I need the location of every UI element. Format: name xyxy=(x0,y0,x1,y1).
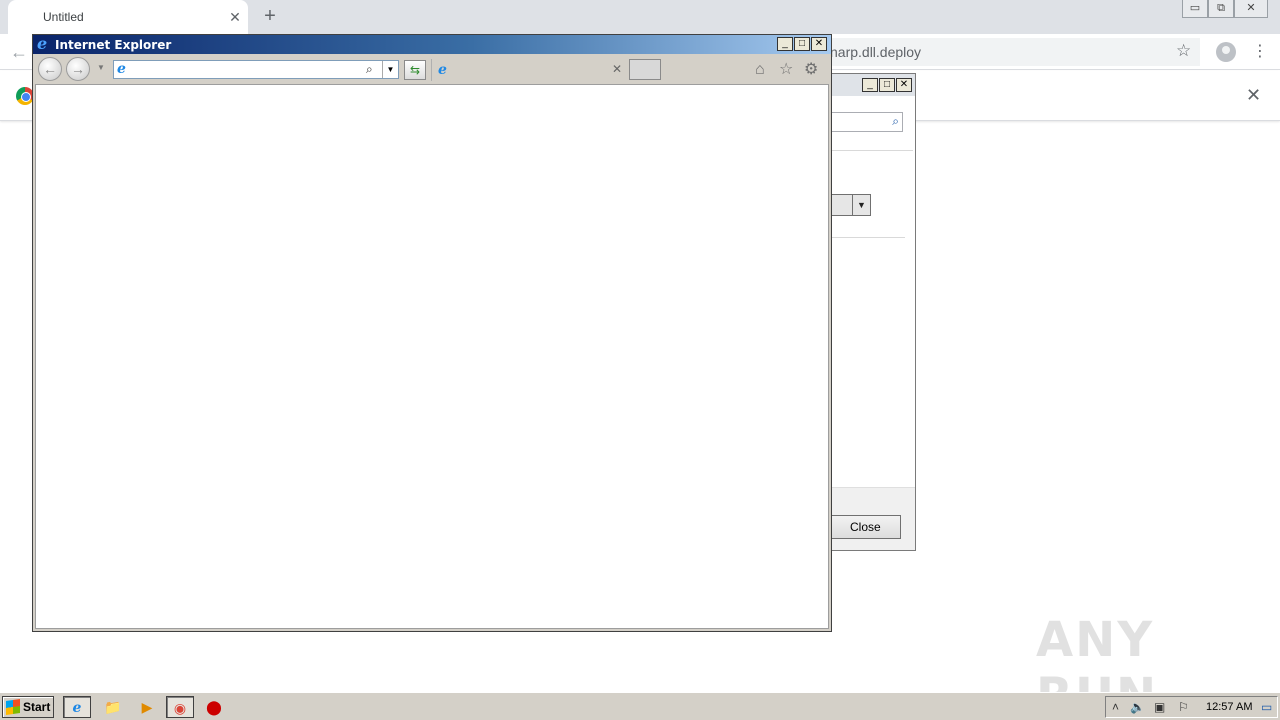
taskbar: Start e 📁 ▶ ◉ ⬤ ˄ 🔈 ▣ ⚐ 12:57 AM ▭ xyxy=(0,692,1280,720)
chevron-down-icon[interactable]: ▼ xyxy=(852,195,870,215)
ie-page-icon: e xyxy=(438,62,447,78)
dialog-combobox[interactable]: ▼ xyxy=(831,194,871,216)
forward-button[interactable]: → xyxy=(66,57,90,81)
tray-arrow-icon[interactable]: ˄ xyxy=(1112,700,1119,714)
close-icon[interactable]: ✕ xyxy=(226,8,244,26)
taskbar-media-player-icon[interactable]: ▶ xyxy=(133,696,161,718)
bookmark-star-icon[interactable]: ☆ xyxy=(1176,41,1191,61)
ie-content-area[interactable] xyxy=(35,84,829,629)
action-center-flag-icon[interactable]: ⚐ xyxy=(1178,700,1189,714)
new-tab-button[interactable]: + xyxy=(259,5,281,27)
ie-navigation-bar: ← → ▼ e ⌕ ▼ ⇆ e ✕ ⌂ ☆ ⚙ xyxy=(33,54,831,84)
back-arrow-icon[interactable]: ← xyxy=(10,42,28,63)
start-label: Start xyxy=(23,700,51,714)
network-icon[interactable]: ▣ xyxy=(1154,700,1165,714)
search-icon[interactable]: ⌕ xyxy=(366,62,373,77)
close-icon[interactable]: ✕ xyxy=(1246,85,1261,106)
ie-logo-icon: e xyxy=(37,34,48,53)
restore-icon[interactable]: ⧉ xyxy=(1208,0,1234,18)
menu-kebab-icon[interactable]: ⋮ xyxy=(1252,40,1268,64)
ie-tab[interactable]: e ✕ xyxy=(431,59,627,81)
dialog-search-input[interactable]: ⌕ xyxy=(831,112,903,132)
new-tab-button[interactable] xyxy=(629,59,661,80)
divider xyxy=(831,237,905,238)
minimize-icon[interactable]: ▭ xyxy=(1182,0,1208,18)
minimize-icon[interactable]: _ xyxy=(862,78,878,92)
favorites-star-icon[interactable]: ☆ xyxy=(779,62,793,78)
system-tray: ˄ 🔈 ▣ ⚐ 12:57 AM ▭ xyxy=(1105,696,1278,718)
volume-icon[interactable]: 🔈 xyxy=(1130,700,1145,714)
dialog-body: ⌕ ▼ xyxy=(821,96,915,550)
background-dialog: _ □ ✕ ⌕ ▼ Close xyxy=(820,73,916,551)
minimize-icon[interactable]: _ xyxy=(777,37,793,51)
window-title: Internet Explorer xyxy=(55,38,172,52)
close-icon[interactable]: ✕ xyxy=(811,37,827,51)
divider xyxy=(831,150,913,151)
back-button[interactable]: ← xyxy=(38,57,62,81)
history-dropdown-icon[interactable]: ▼ xyxy=(97,63,105,72)
refresh-button[interactable]: ⇆ xyxy=(404,60,426,80)
taskbar-ie-icon[interactable]: e xyxy=(63,696,91,718)
home-icon[interactable]: ⌂ xyxy=(755,62,765,78)
url-text: narp.dll.deploy xyxy=(830,44,922,60)
close-icon[interactable]: ✕ xyxy=(1234,0,1268,18)
chevron-down-icon[interactable]: ▼ xyxy=(382,61,398,78)
chrome-tabstrip: Untitled ✕ + ▭ ⧉ ✕ xyxy=(0,0,1280,34)
dialog-titlebar: _ □ ✕ xyxy=(821,74,915,96)
address-bar[interactable]: e ⌕ ▼ xyxy=(113,60,399,79)
chrome-tab-title: Untitled xyxy=(43,10,84,24)
close-button[interactable]: Close xyxy=(829,515,901,539)
gear-icon[interactable]: ⚙ xyxy=(804,62,818,78)
close-icon[interactable]: ✕ xyxy=(896,78,912,92)
ie-page-icon: e xyxy=(117,61,126,77)
profile-avatar-icon[interactable] xyxy=(1216,42,1236,62)
maximize-icon[interactable]: □ xyxy=(794,37,810,51)
taskbar-stop-icon[interactable]: ⬤ xyxy=(200,696,228,718)
search-icon: ⌕ xyxy=(892,114,899,128)
taskbar-folder-icon[interactable]: 📁 xyxy=(99,696,127,718)
clock[interactable]: 12:57 AM xyxy=(1206,701,1252,713)
internet-explorer-window: e Internet Explorer _ □ ✕ ← → ▼ e ⌕ ▼ ⇆ e … xyxy=(32,34,832,632)
chrome-tab[interactable]: Untitled ✕ xyxy=(8,0,248,34)
taskbar-chrome-icon[interactable]: ◉ xyxy=(166,696,194,718)
show-desktop-icon[interactable]: ▭ xyxy=(1261,700,1272,714)
ie-titlebar[interactable]: e Internet Explorer _ □ ✕ xyxy=(33,35,831,54)
maximize-icon[interactable]: □ xyxy=(879,78,895,92)
start-button[interactable]: Start xyxy=(2,696,54,718)
windows-logo-icon xyxy=(6,699,20,715)
close-icon[interactable]: ✕ xyxy=(612,62,622,76)
